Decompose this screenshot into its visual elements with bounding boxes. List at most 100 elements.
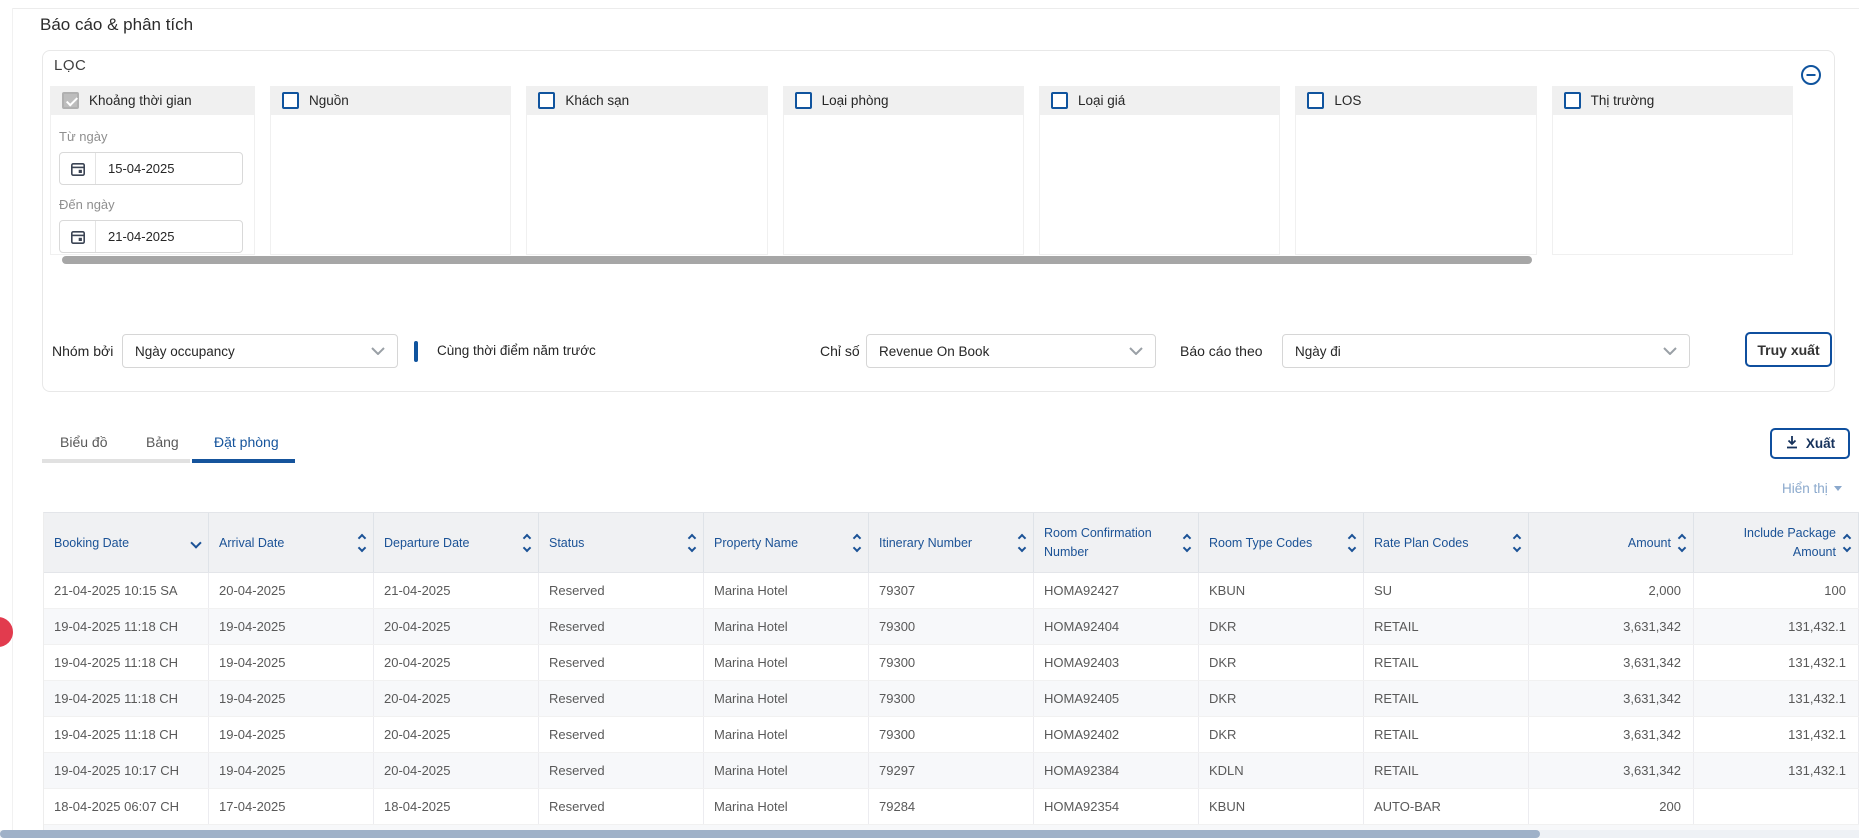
- sort-icon[interactable]: [689, 535, 695, 551]
- table-row[interactable]: 19-04-2025 11:18 CH19-04-202520-04-2025R…: [44, 717, 1859, 753]
- filter-box-body: [1039, 115, 1280, 255]
- table-row[interactable]: 19-04-2025 10:17 CH19-04-202520-04-2025R…: [44, 753, 1859, 789]
- column-label: Booking Date: [54, 536, 129, 550]
- active-tab-indicator: [192, 459, 295, 463]
- sort-icon[interactable]: [1184, 535, 1190, 551]
- table-row[interactable]: 21-04-2025 10:15 SA20-04-202521-04-2025R…: [44, 573, 1859, 609]
- display-columns-toggle[interactable]: Hiển thị: [1782, 481, 1842, 496]
- filter-box-body: [1552, 115, 1793, 255]
- minus-circle-icon[interactable]: [1800, 64, 1822, 86]
- group-by-select[interactable]: Ngày occupancy: [122, 334, 398, 368]
- cell: 20-04-2025: [374, 681, 539, 716]
- submit-button[interactable]: Truy xuất: [1745, 332, 1832, 367]
- filter-horizontal-scrollbar[interactable]: [62, 256, 1532, 264]
- chevron-down-icon: [371, 342, 385, 360]
- cell: 20-04-2025: [374, 717, 539, 752]
- column-label: Amount: [1628, 536, 1671, 550]
- cell: 79300: [869, 681, 1034, 716]
- calendar-icon[interactable]: [60, 153, 96, 184]
- cell: 19-04-2025 11:18 CH: [44, 609, 209, 644]
- cell: Reserved: [539, 573, 704, 608]
- filter-box-header[interactable]: Nguồn: [270, 86, 511, 115]
- checkbox-khoang-thoi-gian[interactable]: [62, 92, 79, 109]
- date-from-input[interactable]: 15-04-2025: [59, 152, 243, 185]
- column-label: Include Package: [1744, 527, 1836, 540]
- column-header-departure-date[interactable]: Departure Date: [374, 513, 539, 572]
- filter-box-header[interactable]: Khoảng thời gian: [50, 86, 255, 115]
- cell: [1694, 789, 1859, 824]
- cell: 18-04-2025: [374, 789, 539, 824]
- top-divider: [12, 8, 1859, 9]
- sort-icon[interactable]: [524, 535, 530, 551]
- sort-icon[interactable]: [1349, 535, 1355, 551]
- submit-button-label: Truy xuất: [1757, 342, 1819, 358]
- report-by-select[interactable]: Ngày đi: [1282, 334, 1690, 368]
- cell: 3,631,342: [1529, 609, 1694, 644]
- sort-icon[interactable]: [359, 535, 365, 551]
- filter-box-label: Loại giá: [1078, 93, 1125, 108]
- tab-bieu-do[interactable]: Biểu đồ: [60, 434, 107, 450]
- cell: Marina Hotel: [704, 609, 869, 644]
- group-by-label: Nhóm bởi: [52, 334, 113, 368]
- table-row[interactable]: 19-04-2025 11:18 CH19-04-202520-04-2025R…: [44, 645, 1859, 681]
- filter-box-header[interactable]: Khách sạn: [526, 86, 767, 115]
- table-row[interactable]: 19-04-2025 11:18 CH19-04-202520-04-2025R…: [44, 609, 1859, 645]
- checkbox-loai-phong[interactable]: [795, 92, 812, 109]
- date-from-label: Từ ngày: [59, 129, 246, 144]
- sort-desc-icon[interactable]: [192, 539, 200, 547]
- download-icon: [1785, 435, 1799, 452]
- column-header-include-package-amount[interactable]: Include Package Amount: [1694, 513, 1859, 572]
- cell: 20-04-2025: [374, 645, 539, 680]
- cell: RETAIL: [1364, 609, 1529, 644]
- column-label: Room Confirmation: [1044, 527, 1152, 540]
- export-button[interactable]: Xuất: [1770, 428, 1850, 459]
- tab-bang[interactable]: Bảng: [146, 434, 179, 450]
- checkbox-nguon[interactable]: [282, 92, 299, 109]
- cell: 131,432.1: [1694, 609, 1859, 644]
- column-header-status[interactable]: Status: [539, 513, 704, 572]
- cell: 131,432.1: [1694, 753, 1859, 788]
- tab-dat-phong[interactable]: Đặt phòng: [214, 434, 279, 450]
- cell: Marina Hotel: [704, 753, 869, 788]
- sort-icon[interactable]: [1514, 535, 1520, 551]
- date-to-input[interactable]: 21-04-2025: [59, 220, 243, 253]
- filter-box-header[interactable]: Loại giá: [1039, 86, 1280, 115]
- calendar-icon[interactable]: [60, 221, 96, 252]
- cell: DKR: [1199, 609, 1364, 644]
- sort-icon[interactable]: [1844, 535, 1850, 551]
- column-header-rate-plan-codes[interactable]: Rate Plan Codes: [1364, 513, 1529, 572]
- filter-box-header[interactable]: Thị trường: [1552, 86, 1793, 115]
- column-header-room-confirmation-number[interactable]: Room Confirmation Number: [1034, 513, 1199, 572]
- cell: 131,432.1: [1694, 717, 1859, 752]
- column-header-room-type-codes[interactable]: Room Type Codes: [1199, 513, 1364, 572]
- same-period-checkbox[interactable]: [414, 341, 418, 362]
- cell: Marina Hotel: [704, 573, 869, 608]
- date-from-value: 15-04-2025: [96, 161, 175, 176]
- column-header-itinerary-number[interactable]: Itinerary Number: [869, 513, 1034, 572]
- metric-select[interactable]: Revenue On Book: [866, 334, 1156, 368]
- table-row[interactable]: 19-04-2025 11:18 CH19-04-202520-04-2025R…: [44, 681, 1859, 717]
- cell: 3,631,342: [1529, 753, 1694, 788]
- column-header-booking-date[interactable]: Booking Date: [44, 513, 209, 572]
- checkbox-los[interactable]: [1307, 92, 1324, 109]
- sort-icon[interactable]: [1019, 535, 1025, 551]
- column-header-arrival-date[interactable]: Arrival Date: [209, 513, 374, 572]
- cell: 19-04-2025: [209, 609, 374, 644]
- cell: Marina Hotel: [704, 789, 869, 824]
- checkbox-loai-gia[interactable]: [1051, 92, 1068, 109]
- filter-box-header[interactable]: Loại phòng: [783, 86, 1024, 115]
- checkbox-khach-san[interactable]: [538, 92, 555, 109]
- display-toggle-label: Hiển thị: [1782, 481, 1828, 496]
- sort-icon[interactable]: [854, 535, 860, 551]
- table-row[interactable]: 18-04-2025 06:07 CH17-04-202518-04-2025R…: [44, 789, 1859, 825]
- cell: 19-04-2025: [209, 753, 374, 788]
- filter-box-header[interactable]: LOS: [1295, 86, 1536, 115]
- left-divider: [12, 8, 13, 838]
- checkbox-thi-truong[interactable]: [1564, 92, 1581, 109]
- cell: HOMA92384: [1034, 753, 1199, 788]
- sort-icon[interactable]: [1679, 535, 1685, 551]
- column-header-property-name[interactable]: Property Name: [704, 513, 869, 572]
- column-header-amount[interactable]: Amount: [1529, 513, 1694, 572]
- page-horizontal-scrollbar[interactable]: [0, 830, 1540, 838]
- cell: Marina Hotel: [704, 681, 869, 716]
